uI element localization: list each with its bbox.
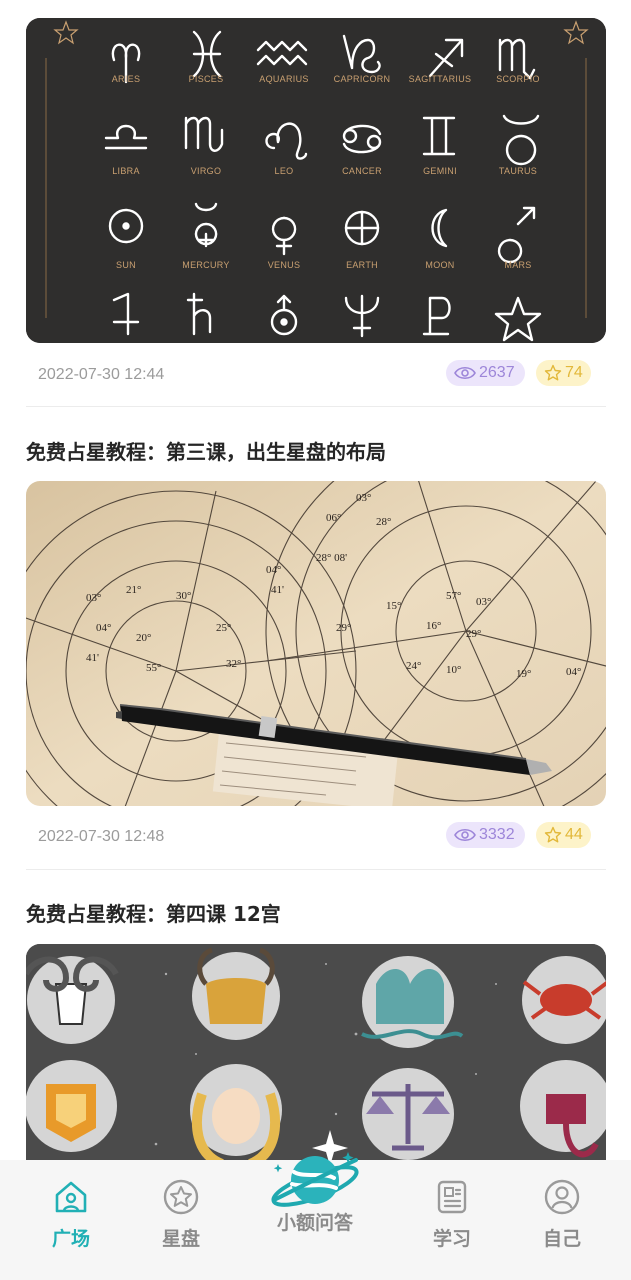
svg-text:19°: 19°: [516, 668, 531, 680]
nav-label: 小额问答: [276, 1212, 353, 1234]
views-count: 2637: [479, 364, 515, 381]
svg-text:41': 41': [271, 584, 284, 596]
zodiac-label: CAPRICORN: [334, 74, 391, 84]
stars-badge[interactable]: 74: [536, 360, 591, 386]
eye-icon: [454, 828, 476, 842]
bottom-nav: 广场 星盘 小额问答 学习 自己: [0, 1152, 631, 1280]
nav-item-me[interactable]: 自己: [507, 1160, 617, 1280]
zodiac-animals-illustration: [26, 944, 606, 1174]
nav-label: 学习: [432, 1228, 471, 1250]
svg-text:29°: 29°: [466, 628, 481, 640]
post-title[interactable]: 免费占星教程：第三课，出生星盘的布局: [26, 436, 386, 465]
zodiac-label: MOON: [425, 260, 454, 270]
zodiac-label: SUN: [116, 260, 136, 270]
views-badge: 2637: [446, 360, 525, 386]
post-meta: 2022-07-30 12:44 2637 74: [26, 360, 606, 390]
zodiac-label: MERCURY: [182, 260, 229, 270]
svg-text:24°: 24°: [406, 660, 421, 672]
svg-text:28°: 28°: [376, 516, 391, 528]
zodiac-label: EARTH: [346, 260, 378, 270]
star-icon: [544, 826, 562, 843]
stars-count: 74: [565, 364, 583, 381]
zodiac-label: MARS: [504, 260, 531, 270]
svg-text:32°: 32°: [226, 658, 241, 670]
svg-text:15°: 15°: [386, 600, 401, 612]
views-badge: 3332: [446, 822, 525, 848]
svg-text:21°: 21°: [126, 584, 141, 596]
svg-text:57°: 57°: [446, 590, 461, 602]
svg-text:10°: 10°: [446, 664, 461, 676]
birth-chart-photo-illustration: 06° 03° 28° 28° 08' 04° 41' 15° 57° 03° 29° 16°…: [26, 481, 606, 806]
divider: [26, 869, 606, 870]
zodiac-symbols-illustration: ARIES PISCES AQUARIUS CAPRICORN SAGITTAR…: [26, 18, 606, 343]
zodiac-label: SAGITTARIUS: [409, 74, 472, 84]
svg-text:16°: 16°: [426, 620, 441, 632]
zodiac-label: LEO: [275, 166, 294, 176]
zodiac-label: LIBRA: [112, 166, 140, 176]
svg-text:04°: 04°: [96, 622, 111, 634]
zodiac-label: VIRGO: [191, 166, 222, 176]
post-date: 2022-07-30 12:48: [38, 828, 165, 845]
svg-text:55°: 55°: [146, 662, 161, 674]
planet-icon: [271, 1152, 359, 1207]
stars-badge[interactable]: 44: [536, 822, 591, 848]
star-icon: [544, 364, 562, 381]
svg-text:20°: 20°: [136, 632, 151, 644]
nav-item-plaza[interactable]: 广场: [16, 1160, 126, 1280]
post-date: 2022-07-30 12:44: [38, 366, 165, 383]
svg-text:41': 41': [86, 652, 99, 664]
views-count: 3332: [479, 826, 515, 843]
svg-text:25°: 25°: [216, 622, 231, 634]
svg-text:06°: 06°: [326, 512, 341, 524]
nav-label: 星盘: [161, 1228, 200, 1250]
zodiac-label: ARIES: [112, 74, 141, 84]
document-icon: [437, 1180, 467, 1214]
nav-item-learn[interactable]: 学习: [397, 1160, 507, 1280]
star-circle-icon: [163, 1179, 199, 1215]
zodiac-label: AQUARIUS: [259, 74, 308, 84]
post-meta: 2022-07-30 12:48 3332 44: [26, 822, 606, 852]
nav-label: 广场: [51, 1228, 90, 1250]
eye-icon: [454, 366, 476, 380]
zodiac-label: SCORPIO: [496, 74, 540, 84]
zodiac-label: PISCES: [189, 74, 224, 84]
svg-text:03°: 03°: [476, 596, 491, 608]
svg-text:28° 08': 28° 08': [316, 552, 347, 564]
zodiac-label: CANCER: [342, 166, 382, 176]
zodiac-label: GEMINI: [423, 166, 457, 176]
post-image-birth-chart[interactable]: 06° 03° 28° 28° 08' 04° 41' 15° 57° 03° 29° 16°…: [26, 481, 606, 806]
zodiac-label: TAURUS: [499, 166, 537, 176]
svg-text:03°: 03°: [356, 492, 371, 504]
profile-icon: [544, 1179, 580, 1215]
post-image-zodiac-illustrations[interactable]: [26, 944, 606, 1174]
nav-item-chart[interactable]: 星盘: [126, 1160, 236, 1280]
post-image-zodiac-chart[interactable]: ARIES PISCES AQUARIUS CAPRICORN SAGITTAR…: [26, 18, 606, 343]
svg-text:29°: 29°: [336, 622, 351, 634]
stars-count: 44: [565, 826, 583, 843]
divider: [26, 406, 606, 407]
svg-text:04°: 04°: [566, 666, 581, 678]
svg-text:04°: 04°: [266, 564, 281, 576]
post-title[interactable]: 免费占星教程：第四课 12宫: [26, 898, 281, 927]
svg-text:03°: 03°: [86, 592, 101, 604]
nav-label: 自己: [542, 1228, 581, 1250]
zodiac-label: VENUS: [268, 260, 301, 270]
svg-text:30°: 30°: [176, 590, 191, 602]
home-icon: [55, 1181, 87, 1213]
nav-item-qa[interactable]: 小额问答: [260, 1152, 370, 1280]
